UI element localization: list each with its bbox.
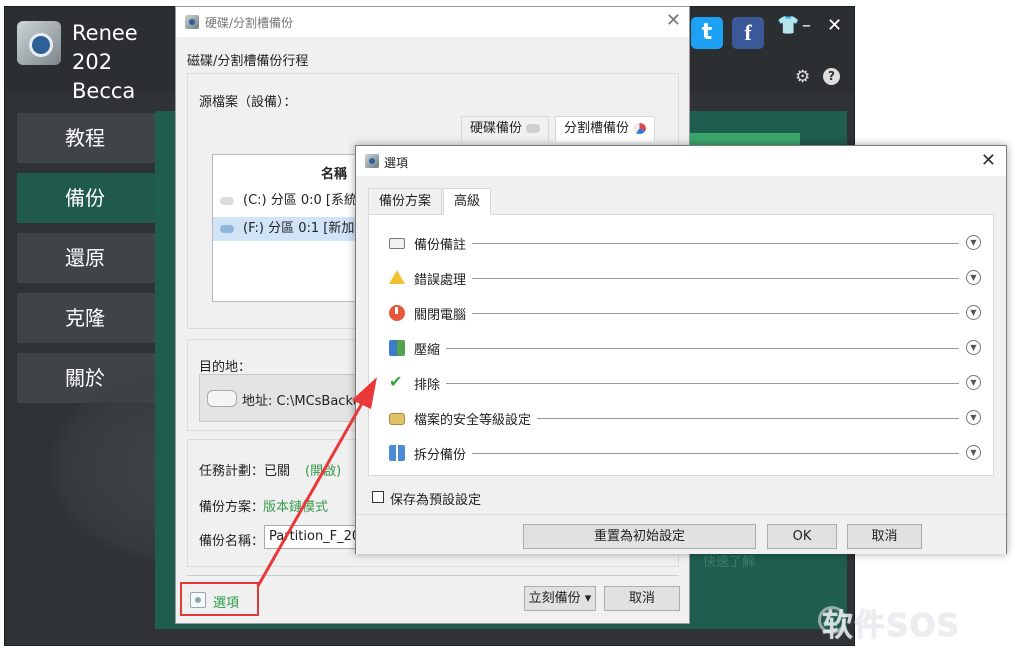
- nav-item-clone[interactable]: 克隆: [17, 293, 157, 343]
- options-footer: 重置為初始設定 OK 取消: [356, 514, 1006, 554]
- option-row-error-handling[interactable]: 錯誤處理 ▼: [389, 267, 981, 289]
- lock-icon: [389, 413, 405, 425]
- option-row-split-backup[interactable]: 拆分備份 ▼: [389, 442, 981, 464]
- option-label: 排除: [414, 374, 447, 393]
- twitter-icon[interactable]: t: [691, 17, 723, 49]
- option-label: 拆分備份: [414, 444, 473, 463]
- scheme-value-link[interactable]: 版本鏈模式: [263, 496, 328, 515]
- option-label: 檔案的安全等級設定: [414, 409, 538, 428]
- tab-disk-backup[interactable]: 硬碟備份: [461, 116, 550, 142]
- app-logo-icon: [17, 21, 61, 65]
- options-label: 選項: [213, 596, 240, 611]
- option-row-shutdown[interactable]: 關閉電腦 ▼: [389, 302, 981, 324]
- options-button[interactable]: 選項: [180, 582, 259, 616]
- drive-icon: [220, 225, 234, 233]
- warning-icon: [389, 270, 405, 284]
- column-header-name[interactable]: 名稱: [321, 163, 347, 182]
- divider-line: [419, 453, 959, 454]
- app-title-line2: Becca: [72, 79, 136, 103]
- backup-dialog-title: 硬碟/分割槽備份: [205, 16, 294, 30]
- save-default-label: 保存為預設設定: [390, 493, 482, 508]
- help-icon[interactable]: ?: [823, 68, 840, 85]
- nav-item-restore[interactable]: 還原: [17, 233, 157, 283]
- options-icon: [190, 592, 206, 608]
- divider-line: [419, 243, 959, 244]
- destination-address: 地址: C:\MCsBackup: [242, 394, 370, 409]
- power-icon: [389, 305, 405, 321]
- option-row-exclude[interactable]: ✔ 排除 ▼: [389, 372, 981, 394]
- chevron-down-icon[interactable]: ▼: [966, 375, 981, 390]
- option-label: 錯誤處理: [414, 269, 473, 288]
- check-icon: ✔: [389, 372, 403, 391]
- cancel-button[interactable]: 取消: [847, 524, 922, 549]
- skin-icon[interactable]: 👕: [777, 15, 799, 36]
- app-small-icon: [365, 154, 379, 168]
- split-icon: [389, 445, 405, 461]
- facebook-icon[interactable]: f: [732, 17, 764, 49]
- compress-icon: [389, 340, 405, 356]
- advanced-options-panel: 備份備註 ▼ 錯誤處理 ▼ 關閉電腦 ▼ 壓縮 ▼ ✔ 排除 ▼ 檔案的安全等級…: [368, 214, 994, 476]
- ok-button[interactable]: OK: [767, 524, 837, 549]
- chevron-down-icon[interactable]: ▼: [966, 270, 981, 285]
- app-small-icon: [185, 15, 199, 29]
- partition-label: (F:) 分區 0:1 [新加卷: [243, 221, 368, 236]
- divider: [187, 575, 679, 576]
- partition-label: (C:) 分區 0:0 [系統]: [243, 193, 363, 208]
- disk-icon: [526, 124, 541, 133]
- divider-line: [419, 278, 959, 279]
- cancel-button[interactable]: 取消: [604, 586, 680, 611]
- hard-drive-icon: [207, 390, 237, 407]
- close-app-icon[interactable]: ✕: [827, 15, 842, 36]
- partition-icon: [633, 123, 647, 134]
- option-row-backup-note[interactable]: 備份備註 ▼: [389, 232, 981, 254]
- option-label: 備份備註: [414, 234, 473, 253]
- tab-advanced[interactable]: 高級: [443, 188, 492, 215]
- nav-item-tutorial[interactable]: 教程: [17, 113, 157, 163]
- divider-line: [419, 313, 959, 314]
- destination-label: 目的地：: [199, 360, 252, 375]
- drive-icon: [220, 197, 234, 205]
- close-icon[interactable]: ✕: [981, 150, 996, 171]
- option-label: 關閉電腦: [414, 304, 473, 323]
- chevron-down-icon[interactable]: ▼: [966, 340, 981, 355]
- backup-now-button[interactable]: 立刻備份 ▾: [524, 586, 596, 611]
- backup-dialog-titlebar: 硬碟/分割槽備份 ✕: [176, 7, 689, 37]
- schedule-label: 任務計劃：已關: [199, 464, 291, 479]
- watermark: 软件SOS: [822, 608, 961, 644]
- chevron-down-icon[interactable]: ▼: [966, 305, 981, 320]
- options-dialog-title: 選項: [384, 156, 409, 170]
- options-dialog: 選項 ✕ 備份方案 高級 備份備註 ▼ 錯誤處理 ▼ 關閉電腦 ▼ 壓縮 ▼ ✔…: [355, 145, 1007, 554]
- options-dialog-titlebar: 選項 ✕: [356, 146, 1006, 176]
- divider-line: [419, 348, 959, 349]
- tab-partition-backup[interactable]: 分割槽備份: [555, 116, 656, 142]
- schedule-open-link[interactable]: (開啟): [305, 460, 341, 479]
- chevron-down-icon[interactable]: ▼: [966, 235, 981, 250]
- reset-defaults-button[interactable]: 重置為初始設定: [523, 524, 756, 549]
- app-title-line1: Renee 202: [72, 21, 138, 74]
- backup-name-label: 備份名稱：: [199, 534, 265, 549]
- app-title: Renee 202 Becca: [72, 19, 182, 106]
- tab-partition-backup-label: 分割槽備份: [564, 121, 630, 136]
- gear-icon[interactable]: ⚙: [795, 67, 810, 87]
- process-label: 磁碟/分割槽備份行程: [187, 54, 309, 69]
- tab-disk-backup-label: 硬碟備份: [470, 121, 523, 136]
- nav-item-backup[interactable]: 備份: [17, 173, 157, 223]
- option-row-compression[interactable]: 壓縮 ▼: [389, 337, 981, 359]
- option-label: 壓縮: [414, 339, 447, 358]
- minimize-icon[interactable]: –: [802, 15, 811, 36]
- tab-backup-scheme[interactable]: 備份方案: [368, 188, 443, 215]
- chevron-down-icon[interactable]: ▼: [966, 410, 981, 425]
- divider-line: [419, 383, 959, 384]
- checkbox-icon[interactable]: [372, 491, 384, 503]
- sidebar-nav: 教程 備份 還原 克隆 關於: [17, 113, 157, 413]
- source-label: 源檔案（設備）：: [199, 95, 297, 110]
- chevron-down-icon[interactable]: ▼: [966, 445, 981, 460]
- close-icon[interactable]: ✕: [666, 10, 681, 31]
- scheme-label: 備份方案：: [199, 500, 265, 515]
- option-row-security-level[interactable]: 檔案的安全等級設定 ▼: [389, 407, 981, 429]
- note-icon: [389, 238, 405, 249]
